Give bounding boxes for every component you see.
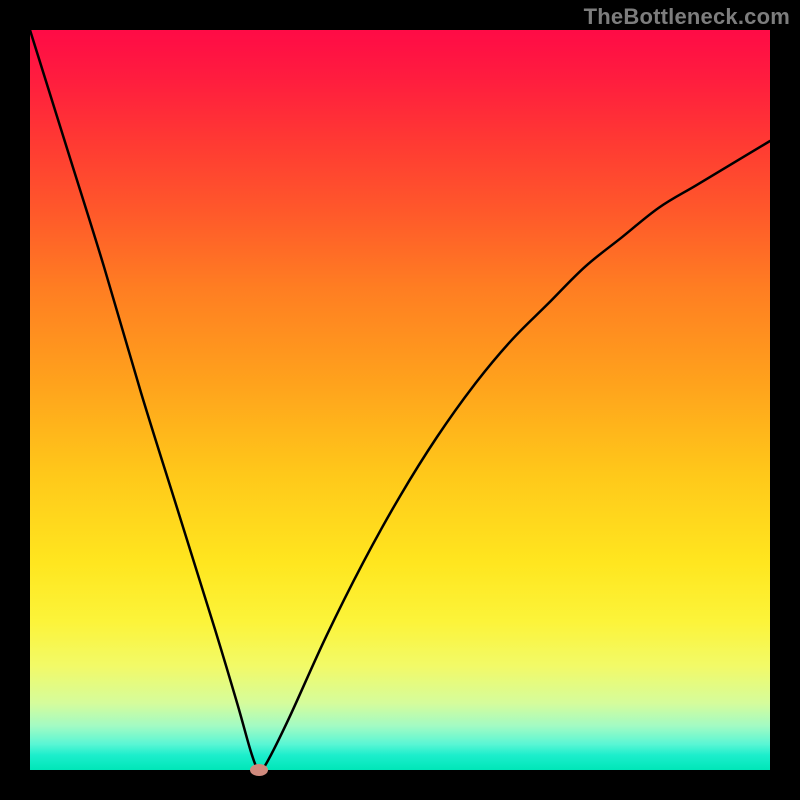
watermark-text: TheBottleneck.com	[584, 4, 790, 30]
optimum-marker	[250, 764, 268, 776]
chart-frame: TheBottleneck.com	[0, 0, 800, 800]
plot-area	[30, 30, 770, 770]
bottleneck-curve	[30, 30, 770, 770]
